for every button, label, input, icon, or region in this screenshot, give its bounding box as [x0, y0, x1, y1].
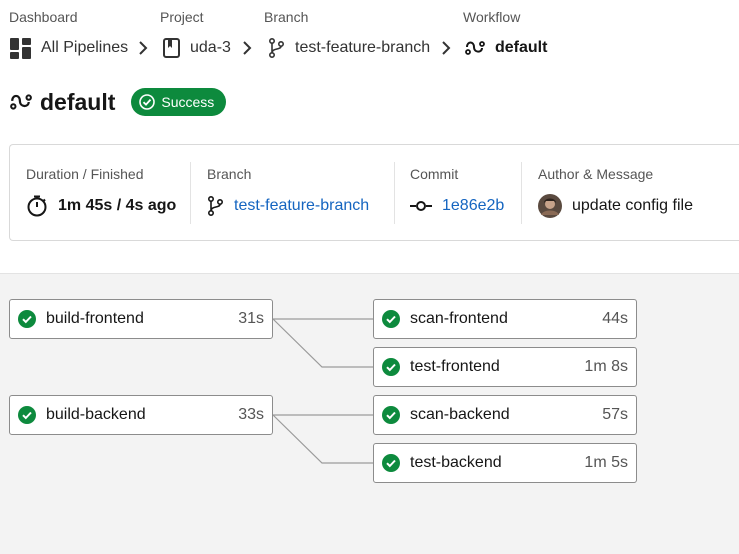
breadcrumb-branch-value: test-feature-branch [295, 39, 431, 56]
divider [521, 162, 522, 224]
breadcrumb-workflow-value: default [495, 39, 548, 56]
chevron-right-icon [138, 40, 148, 56]
breadcrumb-branch[interactable]: test-feature-branch [268, 37, 430, 59]
workflow-icon [10, 92, 32, 112]
breadcrumb-project[interactable]: uda-3 [163, 37, 231, 59]
dashboard-icon [10, 37, 31, 59]
duration-value: 1m 45s / 4s ago [58, 197, 177, 214]
author-label: Author & Message [538, 166, 654, 182]
branch-label: Branch [207, 166, 252, 182]
job-name: build-frontend [46, 310, 144, 327]
check-circle-icon [18, 310, 36, 328]
job-duration: 31s [238, 310, 264, 327]
status-badge-label: Success [161, 94, 215, 110]
job-scan-backend[interactable]: scan-backend 57s [373, 395, 637, 435]
breadcrumb-workflow-label: Workflow [463, 9, 521, 25]
job-duration: 57s [602, 406, 628, 423]
job-duration: 33s [238, 406, 264, 423]
page-title: default Success [10, 88, 227, 116]
branch-icon [207, 196, 224, 216]
commit-link[interactable]: 1e86e2b [410, 195, 504, 217]
breadcrumb-dashboard-label: Dashboard [9, 9, 78, 25]
chevron-right-icon [242, 40, 252, 56]
job-name: test-backend [410, 454, 502, 471]
job-test-backend[interactable]: test-backend 1m 5s [373, 443, 637, 483]
commit-value[interactable]: 1e86e2b [442, 197, 504, 215]
breadcrumb-project-value: uda-3 [190, 39, 231, 56]
breadcrumb-workflow[interactable]: default [465, 37, 547, 59]
check-circle-icon [382, 454, 400, 472]
breadcrumb-branch-label: Branch [264, 9, 309, 25]
check-circle-icon [382, 310, 400, 328]
job-scan-frontend[interactable]: scan-frontend 44s [373, 299, 637, 339]
duration-label: Duration / Finished [26, 166, 144, 182]
branch-icon [268, 38, 285, 58]
timer-icon [26, 195, 48, 217]
commit-label: Commit [410, 166, 459, 182]
breadcrumb-dashboard-value: All Pipelines [41, 39, 129, 56]
job-duration: 1m 5s [584, 454, 628, 471]
branch-value[interactable]: test-feature-branch [234, 197, 369, 215]
chevron-right-icon [441, 40, 451, 56]
check-circle-icon [382, 358, 400, 376]
avatar[interactable] [538, 194, 562, 218]
commit-icon [410, 199, 432, 213]
job-duration: 1m 8s [584, 358, 628, 375]
duration-value-row: 1m 45s / 4s ago [26, 195, 176, 217]
job-test-frontend[interactable]: test-frontend 1m 8s [373, 347, 637, 387]
job-name: build-backend [46, 406, 146, 423]
divider [394, 162, 395, 224]
branch-link[interactable]: test-feature-branch [207, 195, 369, 217]
check-circle-icon [18, 406, 36, 424]
divider [190, 162, 191, 224]
project-icon [163, 38, 180, 58]
job-build-frontend[interactable]: build-frontend 31s [9, 299, 273, 339]
job-name: scan-backend [410, 406, 510, 423]
job-name: test-frontend [410, 358, 500, 375]
breadcrumb-project-label: Project [160, 9, 204, 25]
breadcrumb-dashboard[interactable]: All Pipelines [10, 37, 128, 59]
commit-message: update config file [572, 197, 693, 214]
workflow-title: default [40, 88, 116, 115]
workflow-info-card: Duration / Finished 1m 45s / 4s ago Bran… [9, 144, 739, 241]
check-circle-icon [139, 94, 156, 110]
workflow-icon [465, 39, 485, 57]
author-row: update config file [538, 194, 693, 218]
job-build-backend[interactable]: build-backend 33s [9, 395, 273, 435]
status-badge: Success [131, 88, 227, 116]
check-circle-icon [382, 406, 400, 424]
workflow-graph: build-frontend 31s scan-frontend 44s tes… [0, 273, 739, 554]
job-name: scan-frontend [410, 310, 508, 327]
job-duration: 44s [602, 310, 628, 327]
